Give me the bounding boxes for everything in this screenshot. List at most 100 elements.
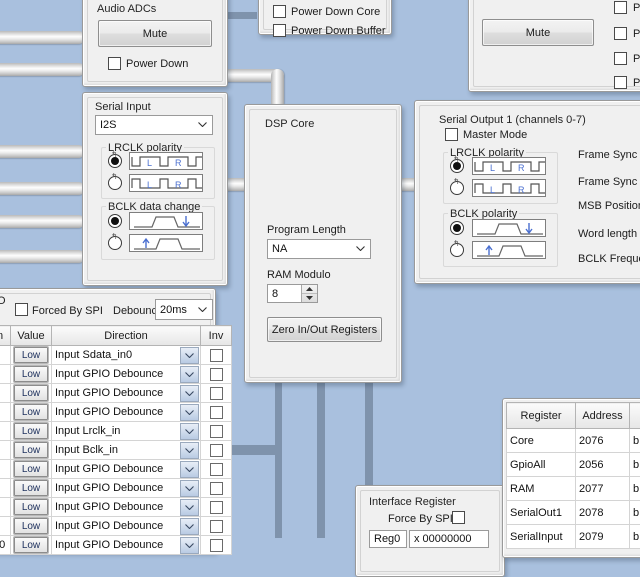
gpio-direction-cell[interactable]: Input GPIO Debounce [52,365,201,384]
gpio-value-cell[interactable]: Low [11,498,52,517]
gpio-inv-cell[interactable] [201,536,232,555]
gpio-value-cell[interactable]: Low [11,536,52,555]
serial-output-bclk-radio-0[interactable] [450,221,464,235]
gpio-inv-checkbox[interactable] [210,482,223,495]
top-right-checkbox-1[interactable] [614,27,627,40]
gpio-value-button[interactable]: Low [14,442,48,458]
gpio-inv-cell[interactable] [201,498,232,517]
table-row[interactable]: 6LowInput GPIO Debounce [0,460,232,479]
table-row[interactable]: 2LowInput GPIO Debounce [0,384,232,403]
gpio-value-button[interactable]: Low [14,404,48,420]
serial-input-bclk-wave-1[interactable] [129,234,203,252]
serial-input-lrclk-radio-1[interactable]: ↰ [108,176,122,190]
gpio-inv-cell[interactable] [201,422,232,441]
gpio-inv-cell[interactable] [201,384,232,403]
serial-output-bclk-radio-1[interactable]: ↰ [450,243,464,257]
table-row[interactable]: Core2076b 000 [507,429,640,453]
chevron-down-icon[interactable] [180,385,199,402]
interface-reg-name-field[interactable]: Reg0 [369,530,407,548]
gpio-value-button[interactable]: Low [14,480,48,496]
table-row[interactable]: 0LowInput Sdata_in0 [0,346,232,365]
serial-output-lrclk-wave-0[interactable]: L R [472,157,546,175]
serial-input-bclk-wave-0[interactable] [129,212,203,230]
gpio-inv-cell[interactable] [201,365,232,384]
gpio-inv-cell[interactable] [201,517,232,536]
register-table[interactable]: Register Address Core2076b 000 GpioAll20… [506,402,640,549]
gpio-value-button[interactable]: Low [14,423,48,439]
gpio-inv-cell[interactable] [201,479,232,498]
gpio-value-button[interactable]: Low [14,537,48,553]
table-row[interactable]: GpioAll2056b 000 [507,453,640,477]
top-right-mute-button[interactable]: Mute [482,19,594,46]
table-row[interactable]: 10LowInput GPIO Debounce [0,536,232,555]
serial-output-bclk-wave-0[interactable] [472,219,546,237]
gpio-value-cell[interactable]: Low [11,517,52,536]
gpio-inv-checkbox[interactable] [210,368,223,381]
serial-input-bclk-radio-0[interactable] [108,214,122,228]
serial-input-format-combo[interactable]: I2S [95,115,213,135]
power-down-buffer-checkbox[interactable] [273,24,286,37]
serial-output-lrclk-wave-1[interactable]: L R [472,179,546,197]
gpio-value-cell[interactable]: Low [11,384,52,403]
gpio-direction-cell[interactable]: Input Lrclk_in [52,422,201,441]
gpio-direction-cell[interactable]: Input GPIO Debounce [52,384,201,403]
serial-input-lrclk-wave-1[interactable]: L R [129,174,203,192]
gpio-value-button[interactable]: Low [14,366,48,382]
top-right-checkbox-0[interactable] [614,1,627,14]
gpio-direction-cell[interactable]: Input Sdata_in0 [52,346,201,365]
gpio-direction-cell[interactable]: Input GPIO Debounce [52,536,201,555]
gpio-value-cell[interactable]: Low [11,403,52,422]
spin-up-icon[interactable] [302,285,317,294]
ram-modulo-spin-buttons[interactable] [301,285,317,302]
chevron-down-icon[interactable] [180,499,199,516]
gpio-value-button[interactable]: Low [14,461,48,477]
force-by-spi-checkbox[interactable] [452,511,465,524]
gpio-inv-cell[interactable] [201,460,232,479]
chevron-down-icon[interactable] [180,518,199,535]
table-row[interactable]: SerialInput2079b 000 [507,525,640,549]
gpio-inv-checkbox[interactable] [210,463,223,476]
gpio-inv-checkbox[interactable] [210,444,223,457]
power-down-core-checkbox[interactable] [273,5,286,18]
chevron-down-icon[interactable] [180,442,199,459]
gpio-value-button[interactable]: Low [14,347,48,363]
gpio-inv-checkbox[interactable] [210,406,223,419]
chevron-down-icon[interactable] [180,404,199,421]
forced-by-spi-checkbox[interactable] [15,303,28,316]
gpio-direction-cell[interactable]: Input GPIO Debounce [52,498,201,517]
gpio-inv-cell[interactable] [201,441,232,460]
table-row[interactable]: SerialOut12078b 000 [507,501,640,525]
gpio-value-button[interactable]: Low [14,518,48,534]
gpio-direction-cell[interactable]: Input GPIO Debounce [52,403,201,422]
table-row[interactable]: 9LowInput GPIO Debounce [0,517,232,536]
gpio-inv-cell[interactable] [201,403,232,422]
serial-output-bclk-wave-1[interactable] [472,241,546,259]
program-length-combo[interactable]: NA [267,239,371,259]
gpio-value-cell[interactable]: Low [11,441,52,460]
top-right-checkbox-3[interactable] [614,76,627,89]
zero-registers-button[interactable]: Zero In/Out Registers [267,317,382,342]
gpio-inv-checkbox[interactable] [210,501,223,514]
gpio-inv-checkbox[interactable] [210,520,223,533]
serial-input-lrclk-wave-0[interactable]: L R [129,152,203,170]
gpio-inv-cell[interactable] [201,346,232,365]
gpio-inv-checkbox[interactable] [210,425,223,438]
chevron-down-icon[interactable] [180,537,199,554]
table-row[interactable]: 3LowInput GPIO Debounce [0,403,232,422]
table-row[interactable]: 1LowInput GPIO Debounce [0,365,232,384]
serial-input-lrclk-radio-0[interactable]: ↰ [108,154,122,168]
serial-output-lrclk-radio-1[interactable]: ↰ [450,181,464,195]
table-row[interactable]: 5LowInput Bclk_in [0,441,232,460]
chevron-down-icon[interactable] [180,480,199,497]
debounce-combo[interactable]: 20ms [155,299,213,320]
gpio-value-cell[interactable]: Low [11,365,52,384]
interface-reg-value-field[interactable]: x 00000000 [409,530,489,548]
chevron-down-icon[interactable] [180,347,199,364]
top-right-checkbox-2[interactable] [614,52,627,65]
ram-modulo-spinner[interactable]: 8 [267,284,318,303]
gpio-value-button[interactable]: Low [14,385,48,401]
gpio-value-cell[interactable]: Low [11,422,52,441]
gpio-inv-checkbox[interactable] [210,539,223,552]
gpio-inv-checkbox[interactable] [210,387,223,400]
gpio-value-cell[interactable]: Low [11,460,52,479]
